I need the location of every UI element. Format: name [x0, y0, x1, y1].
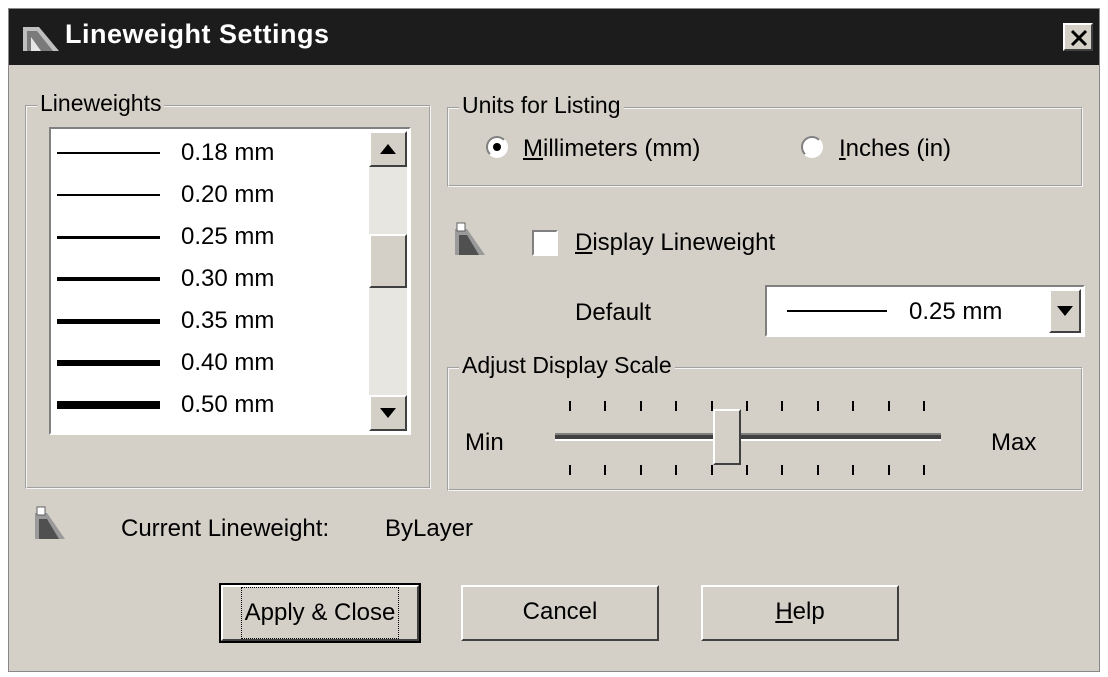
lineweight-sample-line — [57, 152, 160, 154]
slider-tick — [569, 401, 571, 411]
lineweights-group-label: Lineweights — [37, 90, 165, 117]
slider-tick — [817, 401, 819, 411]
default-lineweight-combobox[interactable]: 0.25 mm — [765, 285, 1085, 337]
title-bar: Lineweight Settings — [9, 9, 1099, 65]
current-lineweight-icon — [33, 505, 67, 541]
lineweight-icon — [453, 221, 487, 257]
lineweight-list-item[interactable]: 0.35 mm — [51, 301, 371, 341]
default-label: Default — [575, 299, 652, 326]
millimeters-radio[interactable] — [486, 136, 508, 158]
slider-tick — [923, 401, 925, 411]
help-label: Help — [775, 598, 825, 625]
current-lineweight-label: Current Lineweight: — [121, 515, 330, 542]
lineweight-value: 0.40 mm — [181, 349, 275, 376]
lineweight-value: 0.35 mm — [181, 307, 275, 334]
inches-label[interactable]: Inches (in) — [839, 135, 951, 163]
slider-tick — [923, 465, 925, 475]
slider-tick — [817, 465, 819, 475]
cancel-button[interactable]: Cancel — [461, 585, 659, 641]
lineweight-list-item[interactable]: 0.20 mm — [51, 175, 371, 215]
slider-tick — [711, 465, 713, 475]
lineweight-value: 0.30 mm — [181, 265, 275, 292]
help-button[interactable]: Help — [701, 585, 899, 641]
scroll-up-button[interactable] — [369, 131, 407, 167]
lineweight-settings-dialog: Lineweight Settings Lineweights 0.18 mm 0… — [8, 8, 1100, 672]
display-scale-group-label: Adjust Display Scale — [459, 352, 675, 379]
apply-close-button[interactable]: Apply & Close — [219, 583, 421, 643]
scroll-thumb[interactable] — [369, 234, 407, 288]
slider-tick — [675, 465, 677, 475]
close-icon — [1070, 29, 1088, 47]
display-lineweight-checkbox[interactable] — [532, 230, 558, 256]
app-icon — [19, 21, 63, 53]
lineweight-list-item[interactable]: 0.40 mm — [51, 343, 371, 383]
slider-tick — [746, 465, 748, 475]
lineweight-sample-line — [57, 236, 160, 239]
slider-tick — [746, 401, 748, 411]
slider-tick — [604, 465, 606, 475]
lineweight-list-item[interactable]: 0.25 mm — [51, 217, 371, 257]
scale-max-label: Max — [991, 429, 1037, 456]
current-lineweight-value: ByLayer — [385, 515, 474, 542]
lineweight-sample-line — [57, 277, 160, 281]
lineweight-list-item[interactable]: 0.30 mm — [51, 259, 371, 299]
slider-tick — [640, 465, 642, 475]
scale-min-label: Min — [465, 429, 504, 456]
lineweight-value: 0.20 mm — [181, 181, 275, 208]
lineweight-sample-line — [57, 194, 160, 196]
scroll-down-button[interactable] — [369, 395, 407, 431]
display-lineweight-label[interactable]: Display Lineweight — [575, 229, 775, 257]
lineweight-value: 0.50 mm — [181, 391, 275, 418]
millimeters-label[interactable]: Millimeters (mm) — [523, 135, 700, 163]
close-button[interactable] — [1063, 23, 1093, 51]
chevron-down-icon — [1057, 306, 1073, 316]
lineweight-preview — [787, 310, 887, 312]
lineweight-list-item[interactable]: 0.50 mm — [51, 385, 371, 425]
lineweight-list-item[interactable]: 0.18 mm — [51, 133, 371, 173]
slider-tick — [888, 401, 890, 411]
lineweight-value: 0.18 mm — [181, 139, 275, 166]
slider-tick — [640, 401, 642, 411]
default-lineweight-value: 0.25 mm — [909, 298, 1003, 325]
slider-tick — [781, 401, 783, 411]
lineweight-sample-line — [57, 401, 160, 409]
display-scale-track[interactable] — [555, 433, 941, 441]
cancel-label: Cancel — [522, 598, 598, 625]
window-title: Lineweight Settings — [65, 19, 330, 49]
slider-tick — [852, 465, 854, 475]
slider-tick — [888, 465, 890, 475]
arrow-up-icon — [380, 144, 396, 154]
slider-tick — [604, 401, 606, 411]
slider-tick — [852, 401, 854, 411]
lineweight-sample-line — [57, 319, 160, 324]
slider-tick — [569, 465, 571, 475]
dropdown-button[interactable] — [1049, 289, 1081, 333]
apply-close-label: Apply & Close — [240, 587, 400, 639]
units-group-label: Units for Listing — [459, 92, 624, 119]
lineweight-sample-line — [57, 360, 160, 366]
lineweight-value: 0.25 mm — [181, 223, 275, 250]
lineweights-scrollbar[interactable] — [369, 131, 407, 431]
display-scale-group: Adjust Display Scale — [447, 352, 1083, 491]
slider-tick — [781, 465, 783, 475]
inches-radio[interactable] — [801, 136, 823, 158]
arrow-down-icon — [380, 408, 396, 418]
display-scale-slider-thumb[interactable] — [713, 409, 741, 465]
lineweights-listbox[interactable]: 0.18 mm 0.20 mm 0.25 mm 0.30 mm 0.35 mm 0.40 … — [49, 127, 411, 435]
slider-tick — [675, 401, 677, 411]
